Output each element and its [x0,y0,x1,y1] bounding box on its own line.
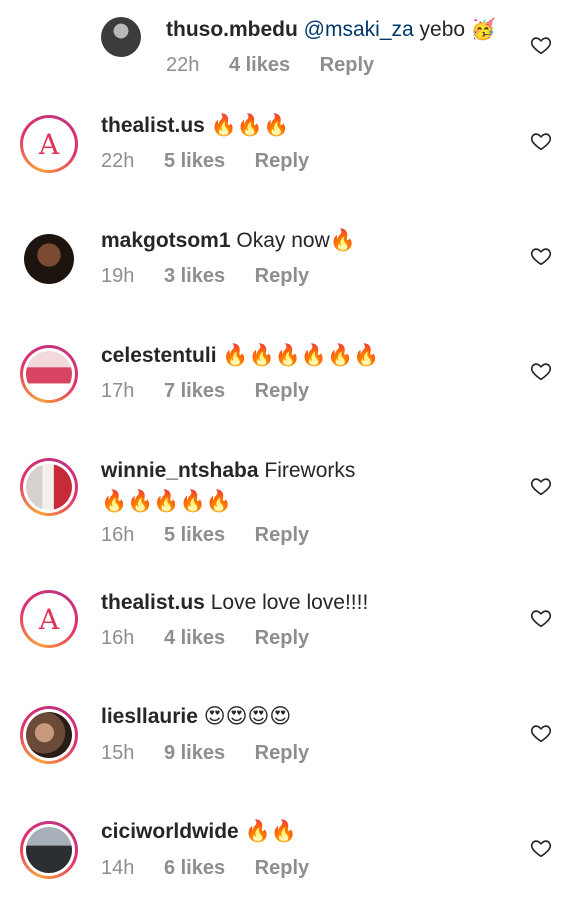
reply-button[interactable]: Reply [255,740,309,766]
avatar[interactable] [20,230,78,288]
comment-time: 16h [101,524,135,546]
heart-outline-icon[interactable] [530,360,552,382]
comment-text: thuso.mbedu @msaki_za yebo 🥳 [166,16,496,44]
comment-body: Love love love!!!! [204,591,369,614]
comment-body: 🔥🔥🔥 [204,114,290,137]
comment-username[interactable]: liesllaurie [101,705,198,728]
heart-outline-icon[interactable] [530,837,552,859]
comment-time: 17h [101,380,135,402]
avatar[interactable]: A [20,590,78,648]
comment-text: celestentuli 🔥🔥🔥🔥🔥🔥 [101,342,379,370]
comment-body: 🔥🔥🔥🔥🔥🔥 [216,344,380,367]
avatar-letter: A [26,596,72,642]
comment-body: 🔥🔥 [238,820,297,843]
comment-text: winnie_ntshaba Fireworks [101,457,355,485]
comments-screen: { "comments": [ { "username": "thuso.mbe… [0,0,575,906]
avatar-photo [26,827,72,873]
reply-button[interactable]: Reply [255,378,309,404]
comment-time: 22h [166,54,200,76]
comment-username[interactable]: celestentuli [101,344,217,367]
reply-button[interactable]: Reply [255,522,309,548]
comment-mention[interactable]: @msaki_za [304,18,414,41]
comment-text: ciciworldwide 🔥🔥 [101,818,297,846]
comment-meta: 22h 4 likes Reply [166,52,398,78]
comment-body: yebo [413,18,471,41]
comment-meta: 22h 5 likes Reply [101,148,333,174]
comment-likes[interactable]: 9 likes [164,740,225,766]
comment-username[interactable]: ciciworldwide [101,820,239,843]
avatar-photo [26,712,72,758]
reply-button[interactable]: Reply [255,263,309,289]
reply-button[interactable]: Reply [255,855,309,881]
comment-text: makgotsom1 Okay now🔥 [101,227,356,255]
comment-text-continued: 🔥🔥🔥🔥🔥 [101,490,232,513]
comment-meta: 16h 5 likes Reply [101,522,333,548]
comment-likes[interactable]: 7 likes [164,378,225,404]
comment-likes[interactable]: 3 likes [164,263,225,289]
avatar[interactable] [101,17,141,57]
heart-outline-icon[interactable] [530,130,552,152]
comment-body: 😍😍😍😍 [197,705,292,728]
comment-likes[interactable]: 5 likes [164,148,225,174]
comment-time: 19h [101,265,135,287]
comment-username[interactable]: thealist.us [101,114,205,137]
heart-outline-icon[interactable] [530,475,552,497]
comment-username[interactable]: makgotsom1 [101,229,231,252]
avatar-photo [24,234,74,284]
heart-outline-icon[interactable] [530,34,552,56]
comment-time: 14h [101,857,135,879]
avatar[interactable]: A [20,115,78,173]
comment-likes[interactable]: 4 likes [164,625,225,651]
comment-meta: 16h 4 likes Reply [101,625,333,651]
avatar-photo [26,464,72,510]
comment-meta: 14h 6 likes Reply [101,855,333,881]
heart-outline-icon[interactable] [530,722,552,744]
reply-button[interactable]: Reply [255,625,309,651]
comment-text: liesllaurie 😍😍😍😍 [101,703,291,731]
comment-username[interactable]: winnie_ntshaba [101,459,259,482]
avatar[interactable] [20,345,78,403]
comment-username[interactable]: thealist.us [101,591,205,614]
comment-likes[interactable]: 4 likes [229,52,290,78]
comment-likes[interactable]: 5 likes [164,522,225,548]
comment-text: thealist.us 🔥🔥🔥 [101,112,289,140]
comment-meta: 15h 9 likes Reply [101,740,333,766]
comment-likes[interactable]: 6 likes [164,855,225,881]
avatar[interactable] [20,706,78,764]
reply-button[interactable]: Reply [255,148,309,174]
comment-time: 15h [101,742,135,764]
reply-button[interactable]: Reply [320,52,374,78]
avatar-photo [26,351,72,397]
avatar-letter: A [26,121,72,167]
comment-body: Fireworks [258,459,356,482]
comment-meta: 17h 7 likes Reply [101,378,333,404]
comment-text: thealist.us Love love love!!!! [101,589,368,617]
comment-meta: 19h 3 likes Reply [101,263,333,289]
comment-time: 16h [101,627,135,649]
avatar[interactable] [20,458,78,516]
comment-username[interactable]: thuso.mbedu [166,18,298,41]
comment-time: 22h [101,150,135,172]
comment-body: Okay now🔥 [230,229,356,252]
avatar-photo [101,17,141,57]
avatar[interactable] [20,821,78,879]
heart-outline-icon[interactable] [530,607,552,629]
partying-face-emoji: 🥳 [470,19,496,41]
heart-outline-icon[interactable] [530,245,552,267]
